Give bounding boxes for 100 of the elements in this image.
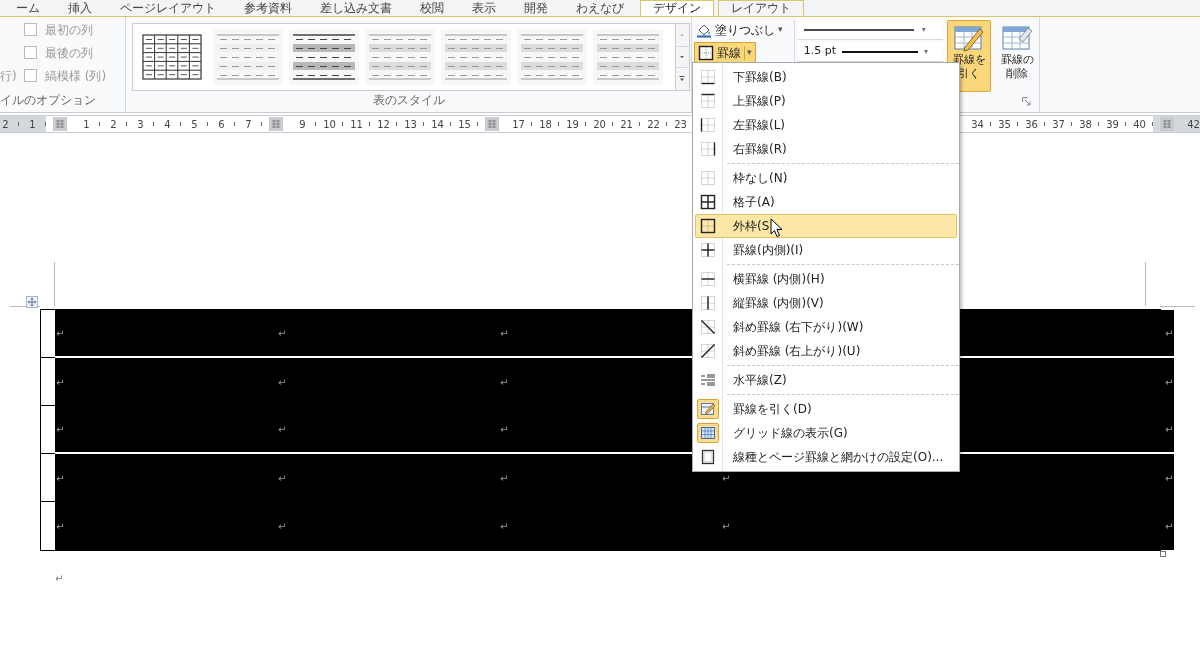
mouse-cursor-icon bbox=[770, 218, 783, 238]
menu-item[interactable]: 右罫線(R) bbox=[695, 137, 957, 161]
shading-button[interactable]: 塗りつぶし ▾ bbox=[694, 20, 790, 40]
table-style-thumbnail[interactable] bbox=[365, 29, 435, 85]
ruler-number: 13 bbox=[404, 117, 417, 132]
group-label: イルのオプション bbox=[0, 92, 97, 109]
ruler-number: 6 bbox=[218, 117, 225, 132]
menu-item[interactable]: 格子(A) bbox=[695, 190, 957, 214]
table-resize-handle[interactable] bbox=[1160, 551, 1166, 557]
end-of-cell-mark: ↵ bbox=[56, 422, 65, 437]
ruler-number: 21 bbox=[620, 117, 633, 132]
menu-item[interactable]: 枠なし(N) bbox=[695, 166, 957, 190]
ruler-number: 18 bbox=[539, 117, 552, 132]
horizontal-line-icon bbox=[700, 372, 716, 388]
menu-item[interactable]: 左罫線(L) bbox=[695, 113, 957, 137]
ribbon-tab[interactable]: 校閲 bbox=[408, 1, 456, 16]
table-style-thumbnail[interactable] bbox=[441, 29, 511, 85]
column-marker-icon[interactable] bbox=[484, 117, 499, 131]
ruler-number: 14 bbox=[431, 117, 444, 132]
ruler-number: 2 bbox=[2, 117, 9, 132]
page-icon bbox=[700, 449, 716, 465]
border-icon bbox=[700, 218, 716, 234]
menu-item[interactable]: 外枠(S bbox=[695, 214, 957, 238]
menu-item[interactable]: 横罫線 (内側)(H) bbox=[695, 267, 957, 291]
ruler-number: 20 bbox=[593, 117, 606, 132]
table-style-thumbnail[interactable] bbox=[517, 29, 587, 85]
ribbon-tab[interactable]: ページレイアウト bbox=[108, 1, 228, 16]
menu-item[interactable]: 上罫線(P) bbox=[695, 89, 957, 113]
ruler-number: 3 bbox=[137, 117, 144, 132]
line-style-icon bbox=[803, 27, 914, 32]
border-icon bbox=[700, 93, 716, 109]
dialog-launcher-icon[interactable] bbox=[1022, 97, 1031, 106]
paint-bucket-icon bbox=[696, 22, 712, 38]
end-of-cell-mark: ↵ bbox=[500, 375, 509, 390]
end-of-cell-mark: ↵ bbox=[278, 471, 287, 486]
line-style-dropdown[interactable]: ▾ bbox=[797, 20, 944, 40]
ribbon-tab[interactable]: 挿入 bbox=[56, 1, 104, 16]
ruler-number: 40 bbox=[1133, 117, 1146, 132]
end-of-cell-mark: ↵ bbox=[56, 519, 65, 534]
borders-button[interactable]: 罫線 ▾ bbox=[694, 42, 756, 64]
ruler-number: 23 bbox=[674, 117, 687, 132]
border-icon bbox=[700, 69, 716, 85]
border-icon bbox=[698, 45, 714, 61]
eraser-button[interactable]: 罫線の削除 bbox=[995, 20, 1039, 92]
table-move-handle-icon[interactable] bbox=[26, 296, 38, 308]
menu-item[interactable]: 水平線(Z) bbox=[695, 368, 957, 392]
end-of-cell-mark: ↵ bbox=[56, 326, 65, 341]
ribbon-tab[interactable]: 参考資料 bbox=[232, 1, 304, 16]
ruler-number: 12 bbox=[377, 117, 390, 132]
ribbon-tab[interactable]: 差し込み文書 bbox=[308, 1, 404, 16]
ruler-number: 5 bbox=[191, 117, 198, 132]
column-marker-icon[interactable] bbox=[52, 117, 67, 131]
menu-item[interactable]: 罫線を引く(D) bbox=[695, 397, 957, 421]
ruler-number: 17 bbox=[512, 117, 525, 132]
column-marker-icon[interactable] bbox=[268, 117, 283, 131]
menu-item[interactable]: グリッド線の表示(G) bbox=[695, 421, 957, 445]
end-of-cell-mark: ↵ bbox=[278, 519, 287, 534]
border-icon bbox=[700, 141, 716, 157]
ribbon-tab[interactable]: 開発 bbox=[512, 1, 560, 16]
ruler-number: 19 bbox=[566, 117, 579, 132]
pencil-table-icon bbox=[700, 401, 716, 417]
end-of-cell-mark: ↵ bbox=[500, 471, 509, 486]
ruler-number: 11 bbox=[350, 117, 363, 132]
menu-item[interactable]: 縦罫線 (内側)(V) bbox=[695, 291, 957, 315]
table-style-thumbnail[interactable] bbox=[213, 29, 283, 85]
ruler-number: 7 bbox=[245, 117, 252, 132]
end-of-row-mark: ↵ bbox=[1165, 326, 1174, 341]
diagonal-border-icon bbox=[700, 343, 716, 359]
group-label: 表のスタイル bbox=[372, 92, 445, 109]
end-of-row-mark: ↵ bbox=[1165, 471, 1174, 486]
checkbox[interactable] bbox=[24, 46, 37, 59]
ruler-number: 4 bbox=[164, 117, 171, 132]
line-weight-dropdown[interactable]: 1.5 pt ▾ bbox=[797, 42, 944, 62]
menu-item[interactable]: 線種とページ罫線と網かけの設定(O)... bbox=[695, 445, 957, 469]
ruler-number: 37 bbox=[1052, 117, 1065, 132]
menu-item[interactable]: 斜め罫線 (右下がり)(W) bbox=[695, 315, 957, 339]
ribbon-tab[interactable]: わえなび bbox=[564, 1, 636, 16]
column-marker-icon[interactable] bbox=[1159, 117, 1174, 131]
checkbox[interactable] bbox=[24, 23, 37, 36]
menu-item[interactable]: 斜め罫線 (右上がり)(U) bbox=[695, 339, 957, 363]
eraser-table-icon bbox=[1001, 23, 1034, 53]
end-of-cell-mark: ↵ bbox=[500, 519, 509, 534]
ruler-number: 36 bbox=[1025, 117, 1038, 132]
ribbon-tab[interactable]: デザイン bbox=[640, 0, 714, 16]
ruler-number: 34 bbox=[971, 117, 984, 132]
ribbon-tab[interactable]: 表示 bbox=[460, 1, 508, 16]
ribbon-tab[interactable]: ーム bbox=[4, 1, 52, 16]
border-icon bbox=[700, 295, 716, 311]
table-style-thumbnail[interactable] bbox=[593, 29, 663, 85]
ruler-number: 9 bbox=[299, 117, 306, 132]
table-style-thumbnail[interactable] bbox=[289, 29, 359, 85]
ruler-number: 1 bbox=[29, 117, 36, 132]
menu-item[interactable]: 罫線(内側)(I) bbox=[695, 238, 957, 262]
end-of-cell-mark: ↵ bbox=[500, 422, 509, 437]
end-of-cell-mark: ↵ bbox=[56, 471, 65, 486]
end-of-cell-mark: ↵ bbox=[278, 422, 287, 437]
end-of-cell-mark: ↵ bbox=[722, 471, 731, 486]
end-of-row-mark: ↵ bbox=[1165, 519, 1174, 534]
checkbox-label: 最初の列 bbox=[45, 21, 93, 39]
checkbox[interactable] bbox=[24, 69, 37, 82]
